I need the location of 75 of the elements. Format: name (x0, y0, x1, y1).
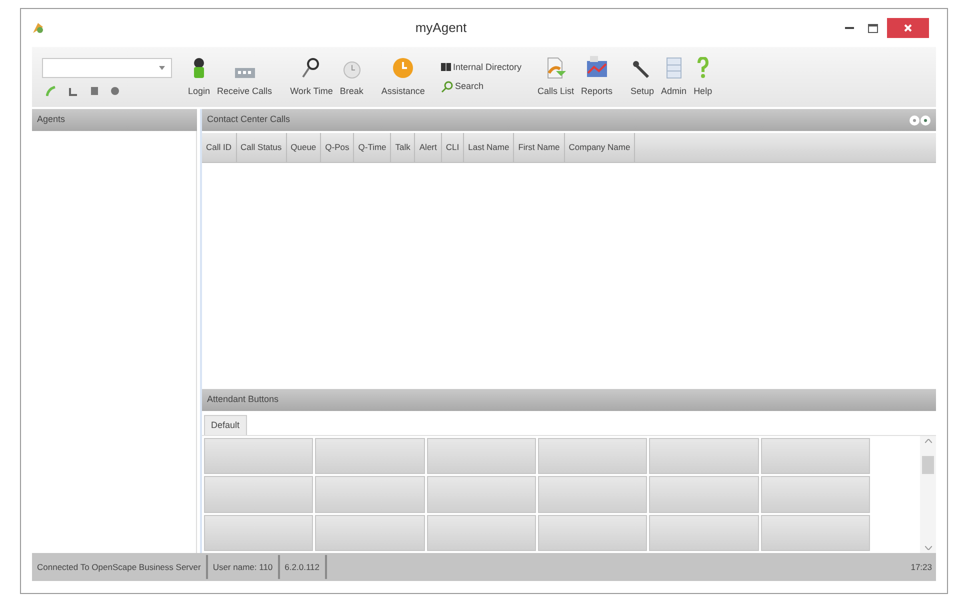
close-icon (903, 23, 913, 33)
toolbar-button[interactable]: Work Time (288, 52, 335, 98)
clock-icon (392, 56, 414, 78)
maximize-icon (868, 24, 878, 32)
toolbar-button[interactable]: Assistance (379, 52, 427, 98)
status-text: User name: 110 (208, 555, 280, 579)
column-header[interactable]: Company Name (564, 133, 636, 162)
column-header[interactable]: Call Status (236, 133, 287, 162)
attendant-button[interactable] (538, 438, 648, 474)
question-mark-icon (696, 56, 709, 78)
attendant-button[interactable] (315, 438, 425, 474)
attendant-button[interactable] (426, 514, 536, 551)
magnifier-icon (301, 56, 322, 78)
attendant-button[interactable] (426, 438, 536, 474)
attendant-button[interactable] (760, 476, 870, 513)
attendant-button[interactable] (649, 476, 759, 513)
toolbar-button[interactable]: Internal Directory (440, 60, 522, 74)
clock-icon (342, 60, 361, 78)
attendant-button[interactable] (204, 438, 314, 474)
toolbar-button[interactable]: Calls List (535, 52, 576, 98)
scroll-up-icon[interactable] (924, 439, 932, 443)
attendant-button[interactable] (204, 476, 314, 513)
attendant-button[interactable] (426, 476, 536, 513)
column-header[interactable]: CLI (442, 133, 464, 162)
app-icon (31, 21, 45, 35)
toolbar-button[interactable]: Setup (628, 52, 656, 98)
attendant-button[interactable] (538, 514, 648, 551)
column-header[interactable]: Q-Pos (321, 133, 354, 162)
phone-icon[interactable] (46, 86, 56, 96)
toolbar-button[interactable]: Search (440, 80, 522, 94)
panel-title: Attendant Buttons (207, 393, 279, 406)
dropdown-field[interactable] (42, 58, 172, 78)
panel-title: Contact Center Calls (207, 113, 292, 126)
window-title: myAgent (415, 20, 467, 35)
attendant-button[interactable] (315, 514, 425, 551)
column-header[interactable]: Last Name (464, 133, 514, 162)
chart-icon (584, 54, 609, 78)
attendant-button[interactable] (315, 476, 425, 513)
caret-icon (159, 66, 165, 70)
document-icon (666, 56, 682, 78)
toolbar-button[interactable]: Login (186, 52, 212, 98)
toolbar-button[interactable]: Help (692, 52, 714, 98)
status-text: 6.2.0.112 (280, 555, 326, 579)
column-header[interactable]: Talk (391, 133, 416, 162)
column-header[interactable]: Q-Time (354, 133, 392, 162)
attendant-button[interactable] (649, 514, 759, 551)
clock-text: 17:23 (910, 560, 933, 574)
panel-title: Agents (37, 113, 66, 126)
scrollbar[interactable] (920, 436, 936, 553)
minimize-icon (844, 27, 854, 29)
record-icon[interactable] (111, 87, 119, 95)
toolbar-button[interactable]: Reports (579, 52, 615, 98)
wrench-icon (633, 60, 652, 78)
hold-icon[interactable] (91, 87, 98, 95)
person-icon (192, 56, 206, 78)
scroll-thumb[interactable] (922, 456, 934, 474)
attendant-button[interactable] (760, 438, 870, 474)
attendant-button[interactable] (204, 514, 314, 551)
column-header[interactable]: Queue (286, 133, 322, 162)
column-header[interactable]: Alert (415, 133, 442, 162)
attendant-button[interactable] (649, 438, 759, 474)
book-icon (440, 63, 451, 72)
panel-controls-icon[interactable] (909, 114, 931, 126)
status-text: Connected To OpenScape Business Server (32, 555, 208, 579)
toolbar-button[interactable]: Admin (659, 52, 689, 98)
toolbar-button[interactable]: Break (338, 52, 366, 98)
toolbar-button[interactable]: Receive Calls (215, 52, 274, 98)
attendant-button[interactable] (538, 476, 648, 513)
attendant-button[interactable] (760, 514, 870, 551)
scroll-down-icon[interactable] (924, 546, 932, 550)
tab[interactable]: Default (204, 415, 247, 435)
column-header[interactable]: Call ID (202, 133, 237, 162)
search-icon (440, 80, 453, 93)
close-button[interactable] (887, 18, 929, 38)
column-header[interactable]: First Name (514, 133, 565, 162)
